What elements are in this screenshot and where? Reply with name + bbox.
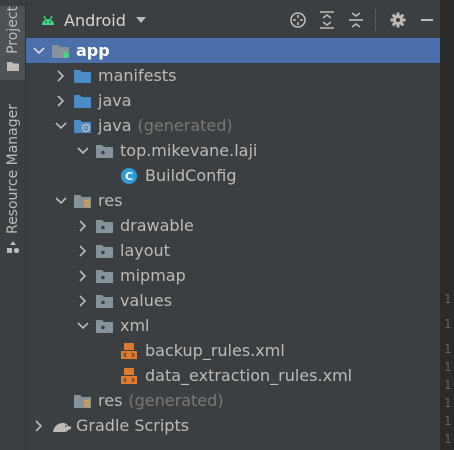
select-opened-file-button[interactable] bbox=[285, 7, 311, 33]
tree-item-buildconfig[interactable]: C BuildConfig bbox=[26, 163, 440, 188]
hide-panel-button[interactable] bbox=[414, 7, 440, 33]
source-folder-icon bbox=[73, 92, 95, 110]
tree-item-java[interactable]: java bbox=[26, 88, 440, 113]
chevron-right-icon[interactable] bbox=[53, 94, 69, 107]
line-number: 1 bbox=[444, 378, 452, 392]
tool-window-strip: Project Resource Manager bbox=[0, 0, 26, 450]
tree-item-gradle-scripts[interactable]: Gradle Scripts bbox=[26, 413, 440, 438]
chevron-down-icon[interactable] bbox=[31, 46, 47, 55]
tree-item-label: Gradle Scripts bbox=[76, 416, 190, 435]
generated-suffix: (generated) bbox=[137, 116, 233, 135]
chevron-down-icon[interactable] bbox=[75, 146, 91, 155]
tree-item-manifests[interactable]: manifests bbox=[26, 63, 440, 88]
expand-all-button[interactable] bbox=[314, 7, 340, 33]
chevron-down-icon bbox=[135, 17, 146, 23]
minimize-icon bbox=[421, 19, 433, 21]
tree-item-values[interactable]: values bbox=[26, 288, 440, 313]
expand-all-icon bbox=[320, 11, 334, 29]
project-panel: Android app manifests java java (generat… bbox=[26, 0, 440, 450]
options-button[interactable] bbox=[385, 7, 411, 33]
package-folder-icon bbox=[95, 292, 117, 310]
toolbar-actions bbox=[282, 0, 440, 40]
tree-item-label: app bbox=[76, 41, 110, 60]
xml-file-icon bbox=[120, 367, 140, 385]
line-number: 1 bbox=[444, 432, 452, 446]
crosshair-icon bbox=[290, 12, 306, 28]
collapse-all-button[interactable] bbox=[343, 7, 369, 33]
tree-item-backup-rules[interactable]: backup_rules.xml bbox=[26, 338, 440, 363]
class-icon: C bbox=[120, 167, 140, 185]
collapse-all-icon bbox=[349, 12, 363, 28]
generated-suffix: (generated) bbox=[128, 391, 224, 410]
chevron-down-icon[interactable] bbox=[53, 121, 69, 130]
line-number: 1 bbox=[444, 342, 452, 356]
tree-item-label: backup_rules.xml bbox=[145, 341, 285, 360]
tree-item-java-generated[interactable]: java (generated) bbox=[26, 113, 440, 138]
toolbar-separator bbox=[375, 9, 376, 31]
project-tab-label: Project bbox=[4, 6, 21, 54]
view-selector[interactable]: Android bbox=[40, 11, 146, 30]
tree-item-label: xml bbox=[120, 316, 150, 335]
line-number: 1 bbox=[444, 414, 452, 428]
tree-item-label: res bbox=[98, 191, 123, 210]
tree-item-layout[interactable]: layout bbox=[26, 238, 440, 263]
tree-item-drawable[interactable]: drawable bbox=[26, 213, 440, 238]
line-number: 1 bbox=[444, 360, 452, 374]
project-tool-tab[interactable]: Project bbox=[0, 6, 25, 80]
chevron-down-icon[interactable] bbox=[53, 196, 69, 205]
resource-folder-icon bbox=[73, 192, 95, 210]
tree-item-label: data_extraction_rules.xml bbox=[145, 366, 353, 385]
resource-manager-tool-tab[interactable]: Resource Manager bbox=[0, 104, 25, 254]
tree-item-label: layout bbox=[120, 241, 170, 260]
package-folder-icon bbox=[95, 142, 117, 160]
generated-source-folder-icon bbox=[73, 117, 95, 135]
resource-folder-icon bbox=[73, 392, 95, 410]
view-selector-label: Android bbox=[64, 10, 126, 30]
xml-file-icon bbox=[120, 342, 140, 360]
tree-item-label: top.mikevane.laji bbox=[120, 141, 258, 160]
folder-icon bbox=[6, 61, 19, 71]
tree-item-xml[interactable]: xml bbox=[26, 313, 440, 338]
chevron-right-icon[interactable] bbox=[75, 294, 91, 307]
tree-item-label: values bbox=[120, 291, 173, 310]
tree-item-label: drawable bbox=[120, 216, 194, 235]
android-icon bbox=[42, 15, 54, 25]
chevron-right-icon[interactable] bbox=[75, 269, 91, 282]
resource-manager-tab-label: Resource Manager bbox=[4, 104, 21, 235]
tree-item-label: manifests bbox=[98, 66, 177, 85]
tree-item-res[interactable]: res bbox=[26, 188, 440, 213]
chevron-down-icon[interactable] bbox=[75, 321, 91, 330]
package-folder-icon bbox=[95, 317, 117, 335]
line-number: 1 bbox=[444, 396, 452, 410]
folder-icon bbox=[73, 67, 95, 85]
tree-item-package[interactable]: top.mikevane.laji bbox=[26, 138, 440, 163]
package-folder-icon bbox=[95, 267, 117, 285]
resource-manager-icon bbox=[6, 241, 19, 254]
package-folder-icon bbox=[95, 217, 117, 235]
tree-item-label: mipmap bbox=[120, 266, 186, 285]
tree-item-label: java bbox=[98, 91, 132, 110]
tree-item-label: res bbox=[98, 391, 123, 410]
chevron-right-icon[interactable] bbox=[53, 69, 69, 82]
chevron-right-icon[interactable] bbox=[75, 244, 91, 257]
chevron-right-icon[interactable] bbox=[31, 419, 47, 432]
tree-item-mipmap[interactable]: mipmap bbox=[26, 263, 440, 288]
tree-item-label: BuildConfig bbox=[145, 166, 237, 185]
svg-text:C: C bbox=[125, 170, 133, 183]
module-folder-icon bbox=[51, 42, 73, 60]
chevron-right-icon[interactable] bbox=[75, 219, 91, 232]
tree-item-res-generated[interactable]: res (generated) bbox=[26, 388, 440, 413]
tree-item-app[interactable]: app bbox=[26, 38, 440, 63]
editor-gutter: 1 1 1 1 1 1 1 1 bbox=[440, 0, 454, 450]
line-number: 1 bbox=[444, 292, 452, 306]
line-number: 1 bbox=[444, 317, 452, 331]
gradle-icon bbox=[51, 417, 73, 435]
gear-icon bbox=[390, 12, 406, 28]
project-toolbar: Android bbox=[26, 0, 440, 40]
package-folder-icon bbox=[95, 242, 117, 260]
tree-item-label: java bbox=[98, 116, 132, 135]
tree-item-data-extraction-rules[interactable]: data_extraction_rules.xml bbox=[26, 363, 440, 388]
